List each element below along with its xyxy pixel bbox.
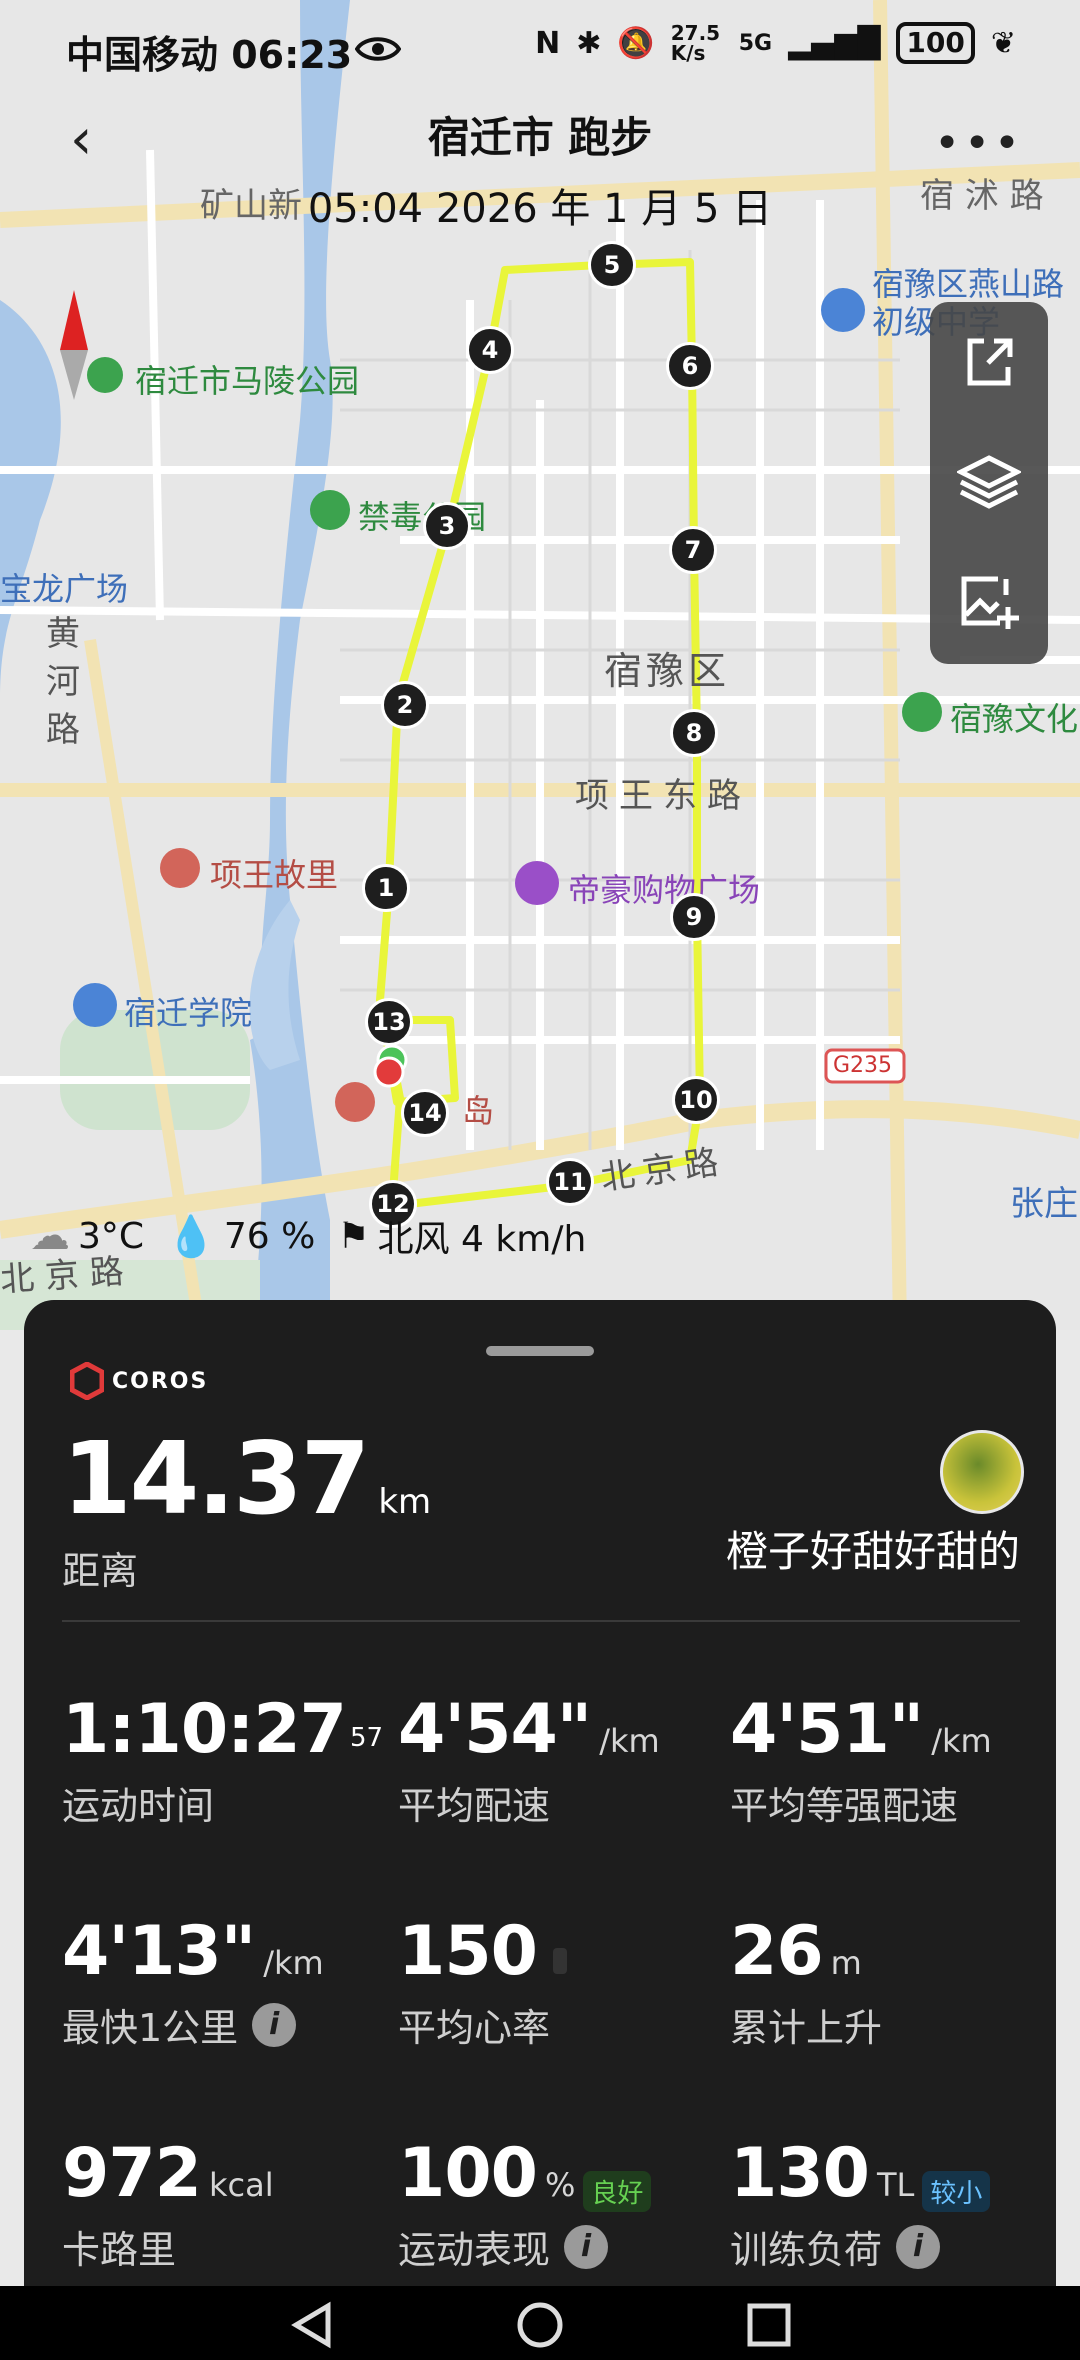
route-marker-10: 10 xyxy=(672,1076,720,1124)
route-marker-14: 14 xyxy=(401,1089,449,1137)
distance-value: 14.37 xyxy=(62,1420,370,1537)
snow-cloud-icon: ☁ xyxy=(30,1213,70,1259)
nav-back-button[interactable] xyxy=(282,2300,342,2350)
share-icon xyxy=(967,338,1013,386)
eye-icon xyxy=(354,34,402,68)
route-marker-8: 8 xyxy=(670,709,718,757)
username: 橙子好甜好甜的 xyxy=(725,1527,1020,1576)
nav-home-button[interactable] xyxy=(510,2300,570,2350)
route-marker-11: 11 xyxy=(546,1158,594,1206)
distance-label: 距离 xyxy=(62,1549,139,1593)
stat-training-load: 130 TL 较小 训练负荷 i xyxy=(730,2134,991,2274)
mute-icon: 🔕 xyxy=(617,25,655,61)
page-title: 宿迁市 跑步 xyxy=(427,113,653,162)
info-icon[interactable]: i xyxy=(252,2002,297,2047)
stat-ascent: 26 m 累计上升 xyxy=(730,1912,883,2050)
weather-humidity: 💧 76 % xyxy=(166,1213,316,1260)
route-marker-1: 1 xyxy=(362,864,410,912)
distance-unit: km xyxy=(378,1482,432,1522)
bluetooth-icon: ✱ xyxy=(576,25,602,61)
add-image-icon xyxy=(961,576,1019,629)
nfc-icon: N xyxy=(535,25,561,61)
status-bar: 中国移动 06:23 N ✱ 🔕 27.5 K/s 5G ▂▄▆█ 100 ❦ xyxy=(0,0,1080,100)
signal-indicator: 5G xyxy=(738,30,773,56)
activity-summary-card: COROS 14.37 km 距离 橙子好甜好甜的 1:10:27 57 运动时间 … xyxy=(24,1300,1056,2360)
status-badge: 较小 xyxy=(922,2171,991,2212)
avatar[interactable] xyxy=(940,1430,1024,1514)
divider xyxy=(62,1620,1020,1622)
wind-icon: ⚑ xyxy=(337,1215,370,1257)
stat-performance: 100% 良好 运动表现 i xyxy=(398,2134,652,2274)
activity-datetime: 05:04 2026 年 1 月 5 日 xyxy=(307,186,773,232)
distance-block: 14.37 km xyxy=(62,1420,431,1537)
route-marker-6: 6 xyxy=(666,342,714,390)
status-badge: 良好 xyxy=(583,2171,652,2212)
route-marker-9: 9 xyxy=(670,893,718,941)
system-nav-bar xyxy=(0,2286,1080,2360)
route-marker-4: 4 xyxy=(466,326,514,374)
route-marker-5: 5 xyxy=(588,241,636,289)
route-marker-3: 3 xyxy=(423,502,471,550)
weather-bar: ☁ 3°C 💧 76 % ⚑ 北风 4 km/h xyxy=(30,1210,586,1262)
weather-temp: ☁ 3°C xyxy=(30,1213,145,1259)
info-icon[interactable]: i xyxy=(564,2224,609,2269)
info-icon[interactable]: i xyxy=(896,2224,941,2269)
stat-time: 1:10:27 57 运动时间 xyxy=(62,1690,384,1828)
map-layers-button[interactable] xyxy=(930,432,1048,532)
coros-logo-icon xyxy=(70,1362,104,1400)
stat-calories: 972 kcal 卡路里 xyxy=(62,2134,274,2272)
heart-rate-unit-icon xyxy=(552,1948,567,1974)
stat-fastest-km: 4'13"/km 最快1公里 i xyxy=(62,1912,324,2050)
stat-avg-hr: 150 平均心率 xyxy=(398,1912,567,2052)
nav-recents-button[interactable] xyxy=(740,2300,800,2350)
leaf-icon: ❦ xyxy=(990,25,1016,61)
add-photo-button[interactable] xyxy=(930,552,1048,652)
more-options-button[interactable]: ••• xyxy=(934,118,1024,169)
map-tools-panel xyxy=(930,302,1048,664)
humidity-icon: 💧 xyxy=(166,1213,216,1260)
stat-avg-gap-pace: 4'51"/km 平均等强配速 xyxy=(730,1690,992,1828)
share-button[interactable] xyxy=(930,312,1048,412)
brand-logo: COROS xyxy=(70,1362,208,1400)
carrier-time: 中国移动 06:23 xyxy=(66,33,353,77)
route-marker-13: 13 xyxy=(365,998,413,1046)
layers-icon xyxy=(957,455,1021,509)
weather-wind: ⚑ 北风 4 km/h xyxy=(337,1215,587,1261)
stat-avg-pace: 4'54"/km 平均配速 xyxy=(398,1690,660,1828)
battery-indicator: 100 xyxy=(896,22,975,64)
net-speed: 27.5 K/s xyxy=(670,21,721,65)
signal-bars-icon: ▂▄▆█ xyxy=(788,25,881,61)
drag-handle[interactable] xyxy=(486,1346,594,1356)
route-marker-2: 2 xyxy=(381,681,429,729)
route-marker-7: 7 xyxy=(669,526,717,574)
